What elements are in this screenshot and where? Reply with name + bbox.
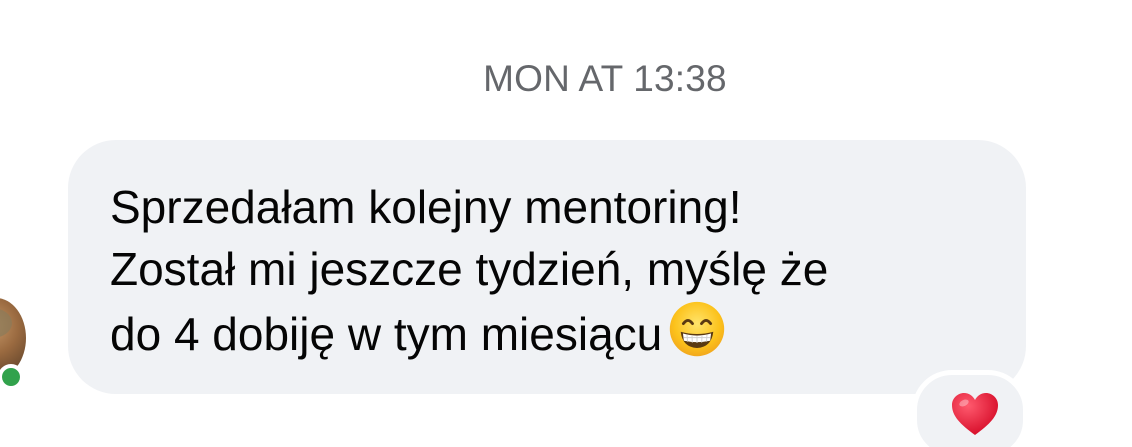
reaction-badge[interactable]: [912, 370, 1028, 447]
message-line: Został mi jeszcze tydzień, myślę że: [110, 243, 829, 295]
message-timestamp: MON AT 13:38: [483, 58, 727, 99]
message-thread: MON AT 13:38 Sprzedałam kolejny mentorin…: [0, 0, 1132, 447]
grinning-face-with-smiling-eyes-icon: [670, 301, 725, 357]
online-status-dot: [0, 364, 24, 390]
message-line-text: do 4 dobiję w tym miesiącu: [110, 308, 663, 360]
message-line: Sprzedałam kolejny mentoring!: [110, 181, 742, 233]
avatar-image: [0, 308, 12, 338]
message-text: Sprzedałam kolejny mentoring! Został mi …: [110, 176, 1010, 365]
message-line-with-emoji: do 4 dobiję w tym miesiącu: [110, 300, 1010, 365]
heart-icon: [952, 393, 998, 435]
